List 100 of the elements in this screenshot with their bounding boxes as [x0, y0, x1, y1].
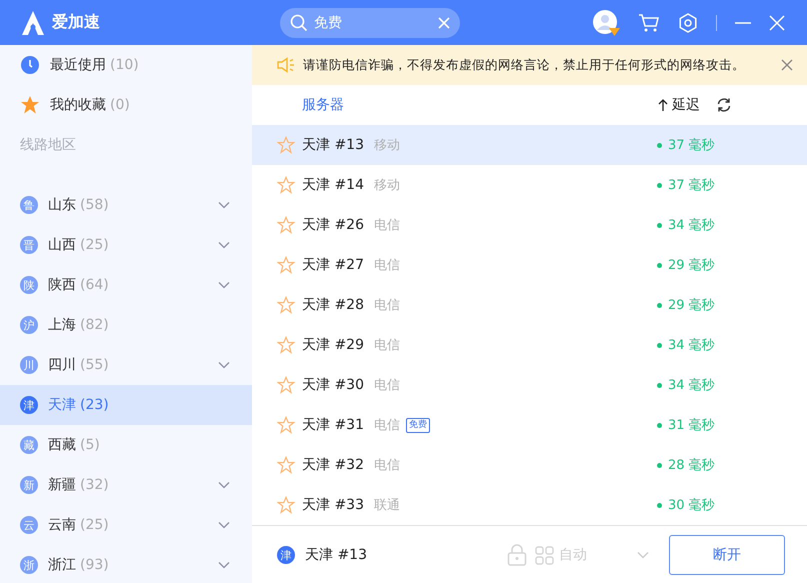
status-dot-icon [657, 422, 662, 428]
star-icon[interactable] [277, 136, 295, 154]
carrier-label: 移动 [374, 137, 400, 154]
clock-icon [20, 55, 40, 75]
star-icon[interactable] [277, 336, 295, 354]
region-badge: 津 [20, 396, 38, 414]
server-name: 天津 #32 [302, 456, 364, 474]
chevron-down-icon[interactable] [218, 201, 230, 209]
chevron-down-icon[interactable] [218, 281, 230, 289]
settings-icon[interactable] [678, 12, 698, 32]
carrier-label: 电信 [374, 257, 400, 274]
server-row[interactable]: 天津 #26 电信 34 毫秒 [252, 205, 807, 245]
region-badge: 津 [277, 546, 295, 564]
free-tag: 免费 [406, 418, 430, 432]
status-dot-icon [657, 142, 662, 148]
server-row[interactable]: 天津 #14 移动 37 毫秒 [252, 165, 807, 205]
latency-text: 30 毫秒 [668, 497, 715, 514]
app-name: 爱加速 [52, 12, 100, 33]
carrier-label: 电信 [374, 217, 400, 234]
region-item[interactable]: 晋 山西 (25) [0, 225, 252, 265]
clear-icon[interactable] [438, 16, 450, 28]
star-icon[interactable] [277, 376, 295, 394]
chevron-down-icon[interactable] [218, 241, 230, 249]
latency-text: 37 毫秒 [668, 177, 715, 194]
region-badge: 晋 [20, 236, 38, 254]
section-title: 线路地区 [19, 136, 77, 155]
carrier-label: 联通 [374, 497, 400, 514]
region-item[interactable]: 川 四川 (55) [0, 345, 252, 385]
chevron-down-icon[interactable] [218, 361, 230, 369]
refresh-icon[interactable] [716, 97, 732, 113]
avatar-icon[interactable] [592, 8, 620, 36]
server-name: 天津 #26 [302, 216, 364, 234]
carrier-label: 电信 [374, 297, 400, 314]
sidebar-item[interactable]: 最近使用 (10) [0, 45, 252, 85]
server-row[interactable]: 天津 #28 电信 29 毫秒 [252, 285, 807, 325]
region-badge: 鲁 [20, 196, 38, 214]
server-name: 天津 #29 [302, 336, 364, 354]
star-icon[interactable] [277, 176, 295, 194]
server-name: 天津 #33 [302, 496, 364, 514]
close-icon[interactable] [781, 59, 793, 71]
latency-text: 29 毫秒 [668, 297, 715, 314]
server-name: 天津 #14 [302, 176, 364, 194]
server-name: 天津 #13 [302, 136, 364, 154]
region-item[interactable]: 沪 上海 (82) [0, 305, 252, 345]
star-icon[interactable] [277, 456, 295, 474]
region-item[interactable]: 陕 陕西 (64) [0, 265, 252, 305]
status-dot-icon [657, 222, 662, 228]
cart-icon[interactable] [638, 12, 660, 32]
chevron-down-icon[interactable] [218, 561, 230, 569]
region-item[interactable]: 津 天津 (23) [0, 385, 252, 425]
latency-text: 28 毫秒 [668, 457, 715, 474]
status-dot-icon [657, 462, 662, 468]
region-item[interactable]: 鲁 山东 (58) [0, 185, 252, 225]
server-row[interactable]: 天津 #13 移动 37 毫秒 [252, 125, 807, 165]
region-badge: 浙 [20, 556, 38, 574]
status-dot-icon [657, 182, 662, 188]
server-row[interactable]: 天津 #27 电信 29 毫秒 [252, 245, 807, 285]
region-item[interactable]: 云 云南 (25) [0, 505, 252, 545]
region-badge: 藏 [20, 436, 38, 454]
region-badge: 云 [20, 516, 38, 534]
arrow-up-icon[interactable] [658, 98, 668, 112]
status-dot-icon [657, 302, 662, 308]
logo-icon [20, 10, 46, 36]
latency-text: 37 毫秒 [668, 137, 715, 154]
server-row[interactable]: 天津 #33 联通 30 毫秒 [252, 485, 807, 525]
star-icon[interactable] [277, 296, 295, 314]
sidebar-item[interactable]: 我的收藏 (0) [0, 85, 252, 125]
region-item[interactable]: 新 新疆 (32) [0, 465, 252, 505]
chevron-down-icon [637, 551, 649, 559]
column-header[interactable]: 服务器 [302, 96, 344, 114]
region-item[interactable]: 浙 浙江 (93) [0, 545, 252, 583]
minimize-icon[interactable] [735, 22, 751, 24]
column-header[interactable]: 延迟 [672, 96, 700, 114]
server-row[interactable]: 天津 #32 电信 28 毫秒 [252, 445, 807, 485]
server-name: 天津 #31 [302, 416, 364, 434]
carrier-label: 电信 [374, 377, 400, 394]
chevron-down-icon[interactable] [218, 521, 230, 529]
carrier-label: 电信 [374, 457, 400, 474]
current-server: 天津 #13 [305, 546, 367, 564]
latency-text: 31 毫秒 [668, 417, 715, 434]
status-dot-icon [657, 502, 662, 508]
server-row[interactable]: 天津 #29 电信 34 毫秒 [252, 325, 807, 365]
star-icon[interactable] [277, 416, 295, 434]
disconnect-button[interactable]: 断开 [669, 535, 785, 575]
latency-text: 34 毫秒 [668, 377, 715, 394]
star-icon[interactable] [277, 256, 295, 274]
server-row[interactable]: 天津 #30 电信 34 毫秒 [252, 365, 807, 405]
star-icon[interactable] [277, 216, 295, 234]
notice-text: 请谨防电信诈骗，不得发布虚假的网络言论，禁止用于任何形式的网络攻击。 [303, 56, 745, 74]
chevron-down-icon[interactable] [218, 481, 230, 489]
star-icon [20, 95, 40, 115]
star-icon[interactable] [277, 496, 295, 514]
lock-icon[interactable] [507, 544, 527, 566]
carrier-label: 电信 [374, 337, 400, 354]
search-icon [290, 14, 308, 32]
speaker-icon [277, 57, 295, 73]
server-row[interactable]: 天津 #31 电信 免费 31 毫秒 [252, 405, 807, 445]
latency-text: 34 毫秒 [668, 337, 715, 354]
carrier-label: 移动 [374, 177, 400, 194]
region-item[interactable]: 藏 西藏 (5) [0, 425, 252, 465]
